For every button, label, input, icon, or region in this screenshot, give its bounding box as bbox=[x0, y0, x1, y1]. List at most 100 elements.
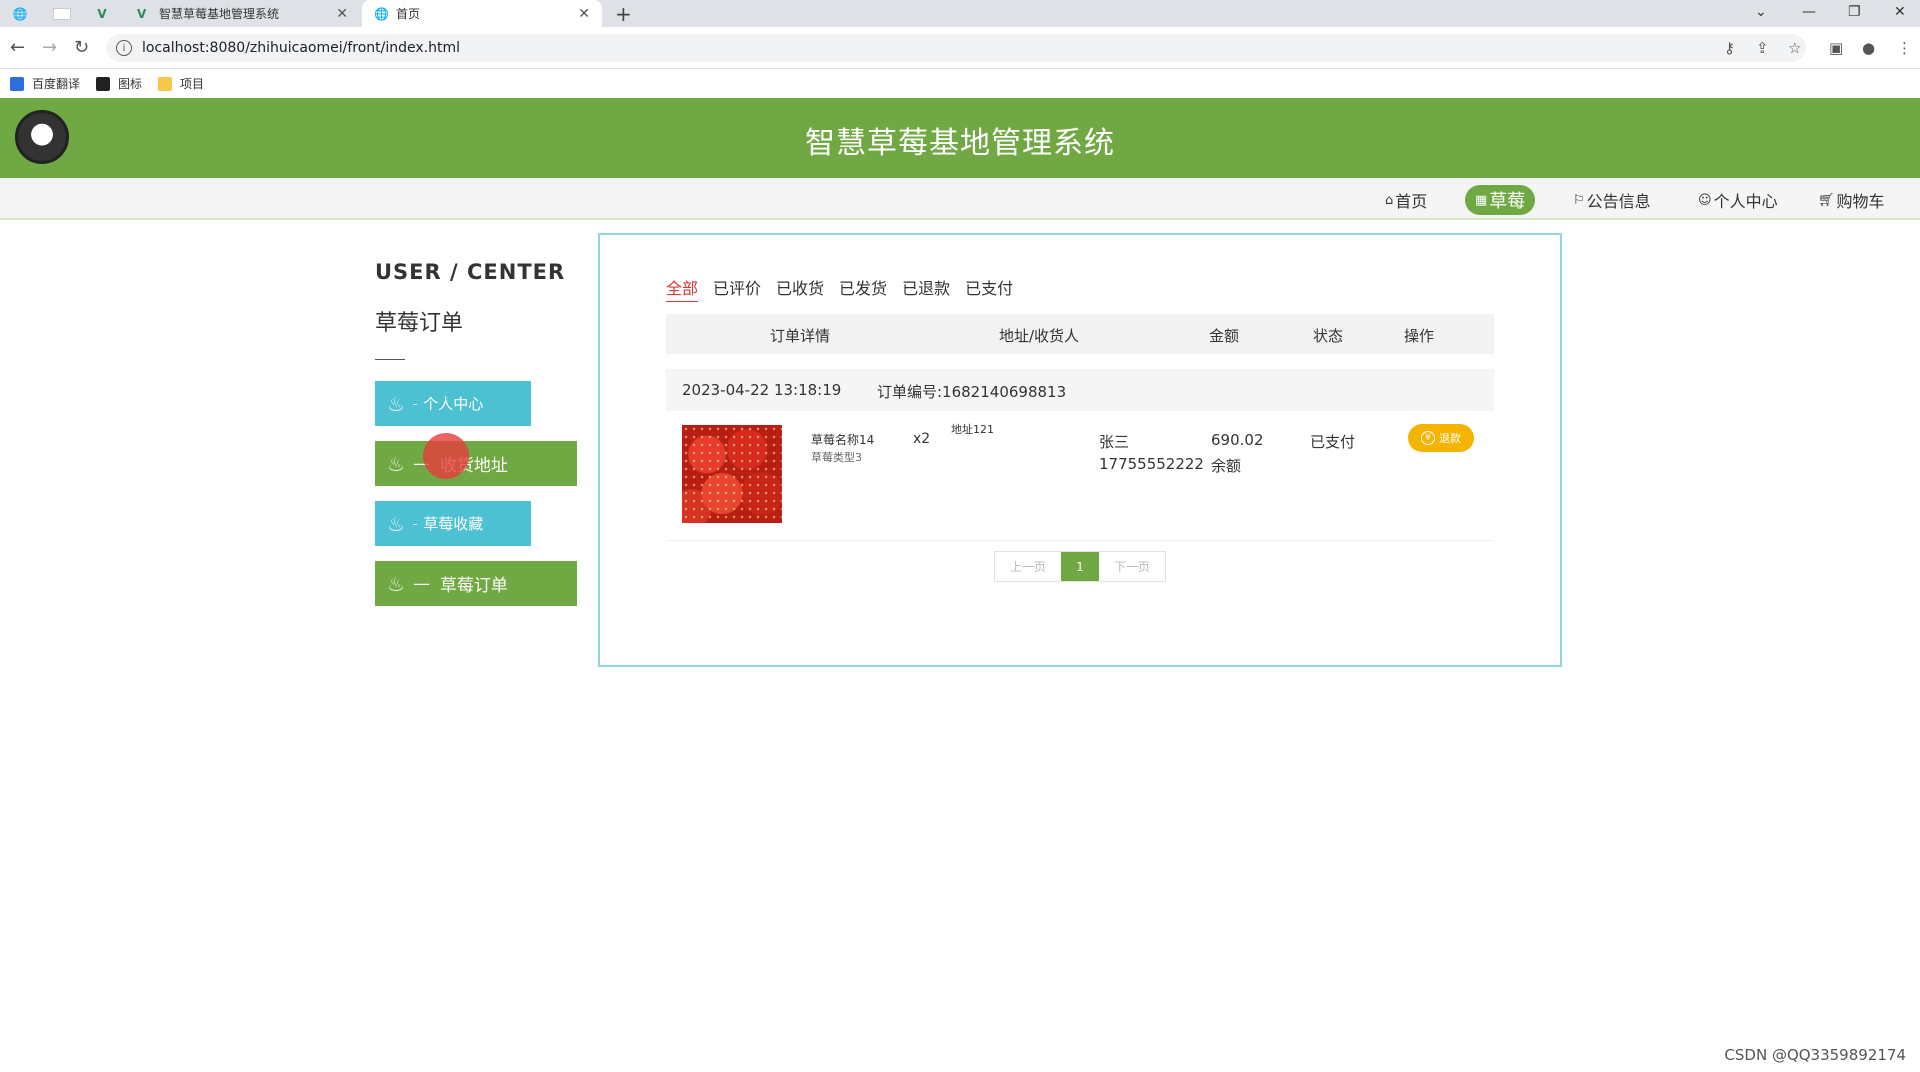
orders-panel: 全部 已评价 已收货 已发货 已退款 已支付 订单详情 地址/收货人 金额 状态… bbox=[598, 233, 1562, 667]
menu-label: 草莓订单 bbox=[439, 576, 508, 596]
column-header: 金额 bbox=[1209, 327, 1240, 345]
star-icon[interactable]: ☆ bbox=[1788, 39, 1801, 57]
address: 地址121 bbox=[951, 423, 994, 436]
close-icon[interactable]: ✕ bbox=[578, 6, 590, 22]
tab-shipped[interactable]: 已发货 bbox=[839, 275, 887, 302]
nav-user-center[interactable]: ☺ 个人中心 bbox=[1688, 185, 1788, 215]
bookmark-icons[interactable]: 图标 bbox=[96, 75, 142, 92]
menu-prefix: — bbox=[412, 573, 430, 594]
order-time: 2023-04-22 13:18:19 bbox=[682, 381, 842, 399]
more-menu-icon[interactable]: ⋮ bbox=[1897, 39, 1912, 57]
folder-icon bbox=[158, 76, 173, 91]
tab-pinned-blank[interactable] bbox=[42, 0, 82, 27]
nav-label: 公告信息 bbox=[1586, 192, 1651, 211]
vue-icon: V bbox=[97, 6, 107, 21]
receiver-phone: 17755552222 bbox=[1099, 455, 1204, 473]
bookmark-project-folder[interactable]: 项目 bbox=[158, 75, 204, 92]
column-header: 状态 bbox=[1313, 327, 1344, 345]
nav-cart[interactable]: 🛒︎ 购物车 bbox=[1808, 185, 1895, 215]
refund-label: 退款 bbox=[1439, 432, 1461, 445]
reload-icon[interactable]: ↻ bbox=[74, 37, 89, 58]
chevron-down-icon[interactable]: ⌄ bbox=[1755, 0, 1767, 24]
order-item-row: 草莓名称14 草莓类型3 x2 地址121 张三 17755552222 690… bbox=[666, 411, 1494, 541]
forward-arrow-icon[interactable]: → bbox=[42, 37, 57, 58]
address-bar: ← → ↻ i localhost:8080/zhihuicaomei/fron… bbox=[0, 27, 1920, 69]
nav-announcements[interactable]: ⚐ 公告信息 bbox=[1563, 185, 1661, 215]
table-header: 订单详情 地址/收货人 金额 状态 操作 bbox=[666, 314, 1494, 354]
nav-strawberry[interactable]: ▦ 草莓 bbox=[1465, 185, 1536, 215]
order-status: 已支付 bbox=[1310, 433, 1356, 451]
user-icon: ☺ bbox=[1698, 192, 1712, 208]
sidepanel-icon[interactable]: ▣ bbox=[1829, 39, 1843, 57]
menu-prefix: - bbox=[412, 396, 418, 411]
profile-icon[interactable]: ● bbox=[1862, 39, 1875, 57]
menu-label: 个人中心 bbox=[423, 395, 484, 413]
nav-label: 购物车 bbox=[1836, 192, 1885, 211]
share-icon[interactable]: ⇪ bbox=[1756, 39, 1769, 57]
user-center-subtitle: 草莓订单 bbox=[375, 311, 464, 336]
current-page[interactable]: 1 bbox=[1061, 552, 1099, 581]
menu-label: 草莓收藏 bbox=[423, 515, 484, 533]
order-status-tabs: 全部 已评价 已收货 已发货 已退款 已支付 bbox=[666, 275, 1028, 302]
next-page-button[interactable]: 下一页 bbox=[1099, 552, 1165, 581]
tab-paid[interactable]: 已支付 bbox=[965, 275, 1013, 302]
column-header: 订单详情 bbox=[770, 327, 831, 345]
nav-label: 个人中心 bbox=[1713, 192, 1778, 211]
tab-refunded[interactable]: 已退款 bbox=[902, 275, 950, 302]
globe-icon: 🌐 bbox=[374, 6, 389, 21]
flag-icon: ⚐ bbox=[1573, 192, 1585, 208]
flame-icon: ♨ bbox=[387, 571, 405, 596]
menu-strawberry-orders[interactable]: ♨ — 草莓订单 bbox=[375, 561, 577, 606]
column-header: 地址/收货人 bbox=[999, 327, 1080, 345]
new-tab-icon[interactable]: + bbox=[615, 0, 632, 27]
divider bbox=[375, 359, 405, 360]
order-header-row: 2023-04-22 13:18:19 订单编号:1682140698813 bbox=[666, 369, 1494, 411]
tab-reviewed[interactable]: 已评价 bbox=[713, 275, 761, 302]
key-icon[interactable]: ⚷ bbox=[1724, 39, 1735, 57]
back-arrow-icon[interactable]: ← bbox=[10, 37, 25, 58]
tab-title: 智慧草莓基地管理系统 bbox=[159, 7, 280, 21]
menu-personal-center[interactable]: ♨ - 个人中心 bbox=[375, 381, 531, 426]
product-name[interactable]: 草莓名称14 bbox=[811, 431, 874, 448]
tab-home[interactable]: 🌐 首页 ✕ bbox=[362, 0, 602, 27]
close-icon[interactable]: ✕ bbox=[336, 6, 348, 22]
flame-icon: ♨ bbox=[387, 451, 405, 476]
info-icon[interactable]: i bbox=[116, 40, 132, 56]
click-indicator bbox=[423, 433, 469, 479]
tab-title: 首页 bbox=[396, 7, 421, 21]
menu-strawberry-favorites[interactable]: ♨ - 草莓收藏 bbox=[375, 501, 531, 546]
site-header: 智慧草莓基地管理系统 bbox=[0, 98, 1920, 178]
refund-button[interactable]: ¥ 退款 bbox=[1408, 424, 1474, 452]
bookmark-label: 百度翻译 bbox=[32, 77, 81, 91]
tab-pinned-globe[interactable]: 🌐 bbox=[0, 0, 40, 27]
minimize-icon[interactable]: — bbox=[1802, 0, 1816, 24]
bookmark-label: 项目 bbox=[180, 77, 205, 91]
nav-label: 草莓 bbox=[1489, 191, 1526, 212]
tab-pinned-vue[interactable]: V bbox=[82, 0, 122, 27]
blank-page-icon bbox=[53, 7, 71, 20]
site-nav: ⌂ 首页 ▦ 草莓 ⚐ 公告信息 ☺ 个人中心 🛒︎ 购物车 bbox=[0, 178, 1920, 220]
site-title: 智慧草莓基地管理系统 bbox=[805, 126, 1115, 161]
payment-method: 余额 bbox=[1211, 457, 1242, 475]
product-type: 草莓类型3 bbox=[811, 451, 862, 464]
tab-admin-system[interactable]: V 智慧草莓基地管理系统 ✕ bbox=[125, 0, 360, 27]
watermark: CSDN @QQ3359892174 bbox=[1724, 1046, 1906, 1064]
bookmark-baidu-translate[interactable]: 百度翻译 bbox=[10, 75, 80, 92]
browser-tab-bar: 🌐 V V 智慧草莓基地管理系统 ✕ 🌐 首页 ✕ + ⌄ — ❐ ✕ bbox=[0, 0, 1920, 27]
restore-icon[interactable]: ❐ bbox=[1848, 0, 1861, 24]
globe-icon: 🌐 bbox=[12, 6, 28, 21]
home-icon: ⌂ bbox=[1385, 192, 1394, 208]
prev-page-button[interactable]: 上一页 bbox=[995, 552, 1061, 581]
product-image[interactable] bbox=[682, 425, 782, 523]
tab-all[interactable]: 全部 bbox=[666, 275, 699, 302]
url-field[interactable]: i localhost:8080/zhihuicaomei/front/inde… bbox=[106, 34, 1806, 62]
menu-shipping-address[interactable]: ♨ — 收货地址 bbox=[375, 441, 577, 486]
column-header: 操作 bbox=[1404, 327, 1435, 345]
nav-label: 首页 bbox=[1395, 192, 1428, 211]
nav-home[interactable]: ⌂ 首页 bbox=[1375, 185, 1437, 215]
menu-prefix: - bbox=[412, 516, 418, 531]
quantity: x2 bbox=[913, 431, 931, 447]
tab-received[interactable]: 已收货 bbox=[776, 275, 824, 302]
cart-icon: 🛒︎ bbox=[1818, 192, 1835, 208]
window-close-icon[interactable]: ✕ bbox=[1894, 0, 1906, 24]
